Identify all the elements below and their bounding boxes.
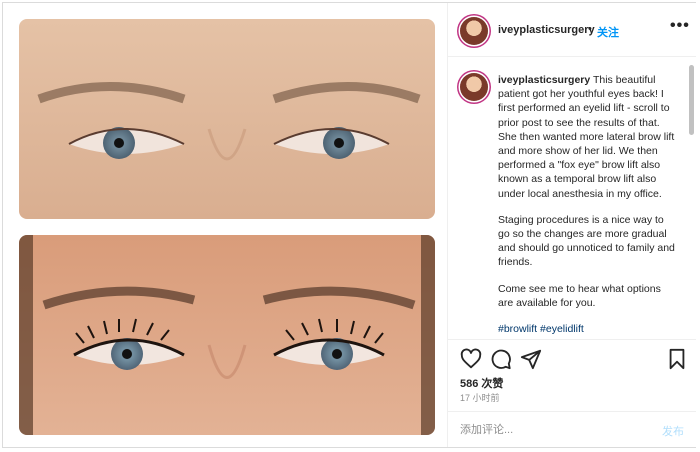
separator-dot: • [588,23,592,35]
after-photo [19,235,435,435]
comment-icon[interactable] [490,348,512,370]
post-header: iveyplasticsurgery • 关注 ••• [448,3,696,57]
caption-paragraph-2: Staging procedures is a nice way to go s… [498,213,675,269]
scrollbar[interactable] [689,65,694,135]
post-sidebar: iveyplasticsurgery • 关注 ••• iveyplastics… [447,3,696,447]
caption-avatar[interactable] [460,73,488,101]
post-comment-button[interactable]: 发布 [662,423,684,439]
avatar[interactable] [460,17,488,45]
paper-plane-icon[interactable] [520,348,542,370]
caption-username[interactable]: iveyplasticsurgery [498,74,590,86]
like-count[interactable]: 586 次赞 [460,375,503,391]
more-options-icon[interactable]: ••• [670,17,690,35]
caption-paragraph-3: Come see me to hear what options are ava… [498,282,661,309]
comment-bar: 发布 [448,411,696,447]
caption: iveyplasticsurgery This beautiful patien… [498,73,678,339]
post-time[interactable]: 17 小时前 [460,391,500,404]
caption-paragraph-1: This beautiful patient got her youthful … [498,74,675,200]
hashtags[interactable]: #browlift #eyelidlift [498,322,678,336]
comment-input[interactable] [460,421,640,439]
header-username[interactable]: iveyplasticsurgery [498,24,595,36]
before-photo [19,19,435,219]
bookmark-icon[interactable] [666,348,688,370]
post-media[interactable] [3,3,447,447]
follow-button[interactable]: 关注 [597,24,619,40]
heart-icon[interactable] [460,348,482,370]
caption-area[interactable]: iveyplasticsurgery This beautiful patien… [448,57,688,339]
action-bar [448,339,696,375]
